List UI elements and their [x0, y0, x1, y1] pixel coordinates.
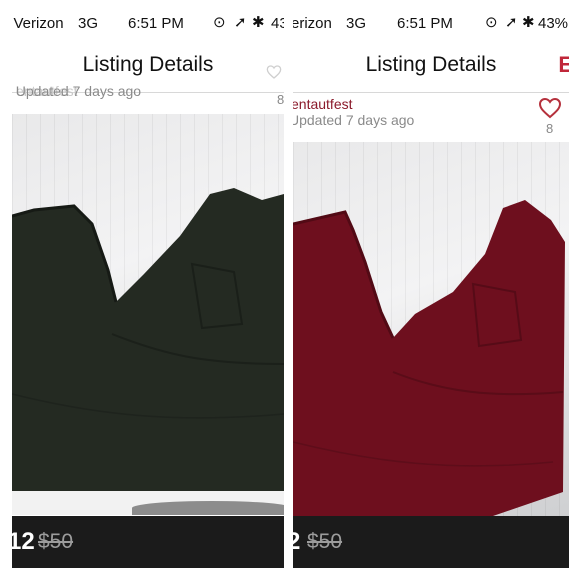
page-title: Listing Details — [365, 53, 497, 76]
updated-time: , Updated 7 days ago — [15, 83, 142, 99]
location-arrow-icon: ➚ — [505, 14, 518, 31]
likes-count: 8 — [546, 121, 554, 136]
nav-action-button[interactable]: E — [558, 52, 569, 78]
listing-photo[interactable] — [12, 114, 284, 491]
pants-image — [12, 188, 284, 491]
navigation-bar: Listing Details E — [293, 40, 569, 93]
left-screenshot: ▫ Verizon 3G 6:51 PM ⊙ ➚ ✱ 43 Listing De… — [12, 8, 284, 568]
carrier-label: ▫ Verizon — [13, 15, 64, 32]
orientation-lock-icon: ⊙ — [485, 14, 498, 31]
status-bar: ▫ Verizon 3G 6:51 PM ⊙ ➚ ✱ 43 — [12, 8, 285, 40]
carrier-label: erizon — [293, 15, 332, 32]
price-bar: 2 $50 — [293, 516, 569, 568]
battery-percent: 43% — [538, 15, 569, 32]
heart-icon[interactable] — [266, 64, 282, 80]
heart-icon[interactable] — [537, 96, 563, 120]
listing-photo[interactable] — [293, 142, 569, 516]
page-title: Listing Details — [82, 53, 214, 76]
seller-username[interactable]: entautfest — [293, 96, 353, 112]
location-arrow-icon: ➚ — [234, 14, 247, 31]
photo-strip — [12, 491, 284, 515]
current-price: 2 — [293, 528, 301, 555]
likes-count: 8 — [277, 92, 284, 107]
clock: 6:51 PM — [128, 15, 184, 32]
network-label: 3G — [346, 15, 367, 32]
status-bar: erizon 3G 6:51 PM ⊙ ➚ ✱ 43% — [293, 8, 569, 40]
original-price: $50 — [38, 530, 74, 553]
network-label: 3G — [78, 15, 99, 32]
bluetooth-icon: ✱ — [252, 14, 265, 31]
battery-percent: 43 — [271, 15, 284, 32]
right-screenshot: erizon 3G 6:51 PM ⊙ ➚ ✱ 43% Listing Deta… — [293, 8, 569, 568]
updated-time: Updated 7 days ago — [293, 112, 415, 128]
clock: 6:51 PM — [397, 15, 453, 32]
price-bar: 12 $50 — [12, 516, 284, 568]
bluetooth-icon: ✱ — [522, 14, 535, 31]
original-price: $50 — [307, 530, 343, 553]
pants-image — [293, 200, 565, 516]
orientation-lock-icon: ⊙ — [213, 14, 226, 31]
current-price: 12 — [12, 528, 35, 555]
